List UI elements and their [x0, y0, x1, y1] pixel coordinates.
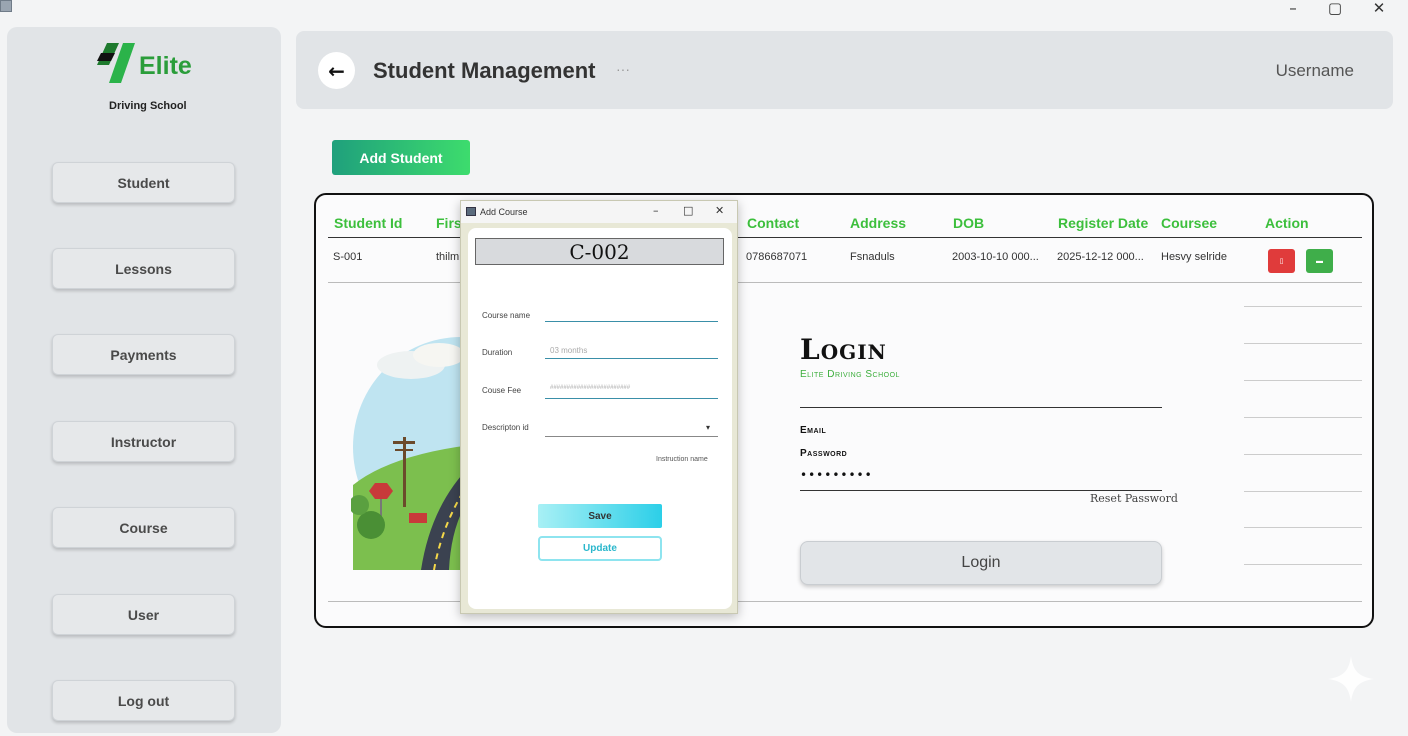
back-arrow-icon: ←	[328, 58, 345, 83]
sidebar: Elite Driving School Student Lessons Pay…	[7, 27, 281, 733]
page-title: Student Management	[373, 58, 596, 83]
chevron-down-icon[interactable]: ▾	[706, 423, 710, 432]
add-course-dialog: Add Course – □ ✕ C-002 Course name Durat…	[460, 200, 738, 614]
sparkle-icon	[1328, 656, 1374, 702]
sidebar-item-instructor[interactable]: Instructor	[52, 421, 235, 462]
save-button[interactable]: Save	[538, 504, 662, 528]
dialog-body: C-002 Course name Duration 03 months Cou…	[468, 228, 732, 609]
empty-row-line	[1244, 343, 1362, 344]
empty-row-line	[1244, 380, 1362, 381]
column-header-register-date[interactable]: Register Date	[1058, 215, 1148, 231]
back-button[interactable]: ←	[318, 52, 355, 89]
logo-subtitle: Driving School	[109, 100, 187, 112]
instructor-name-label: Instruction name	[656, 456, 708, 463]
dialog-title: Add Course	[480, 207, 528, 217]
cell-first-name: thilmi	[436, 251, 462, 263]
edit-button[interactable]: ▬	[1306, 249, 1333, 273]
course-code-field[interactable]: C-002	[475, 238, 724, 265]
more-icon[interactable]: ···	[616, 61, 630, 77]
column-header-address[interactable]: Address	[850, 215, 906, 231]
column-header-contact[interactable]: Contact	[747, 215, 799, 231]
course-fee-input[interactable]	[545, 398, 718, 399]
dialog-maximize-button[interactable]: □	[683, 204, 693, 217]
logo-name: Elite	[139, 52, 192, 80]
description-id-label: Descripton id	[482, 423, 529, 432]
window-maximize-button[interactable]: ▢	[1320, 0, 1350, 17]
column-header-action[interactable]: Action	[1265, 215, 1309, 231]
empty-row-line	[1244, 306, 1362, 307]
empty-row-line	[1244, 564, 1362, 565]
add-student-button[interactable]: Add Student	[332, 140, 470, 175]
course-fee-placeholder: ########################	[550, 385, 631, 391]
empty-row-line	[1244, 527, 1362, 528]
email-label: Email	[800, 425, 827, 436]
window-close-button[interactable]: ✕	[1364, 0, 1394, 17]
course-fee-label: Couse Fee	[482, 386, 522, 395]
cell-address: Fsnaduls	[850, 251, 895, 263]
cell-contact: 0786687071	[746, 251, 808, 263]
sidebar-item-course[interactable]: Course	[52, 507, 235, 548]
reset-password-link[interactable]: Reset Password	[1090, 492, 1178, 505]
delete-button[interactable]: ▯	[1268, 249, 1295, 273]
dialog-title-bar[interactable]: Add Course – □ ✕	[461, 201, 737, 223]
cell-dob: 2003-10-10 000...	[952, 251, 1039, 263]
cell-student-id: S-001	[333, 251, 363, 263]
column-header-student-id[interactable]: Student Id	[334, 215, 402, 231]
duration-placeholder: 03 months	[550, 346, 588, 355]
road-illustration	[351, 337, 471, 570]
sidebar-item-user[interactable]: User	[52, 594, 235, 635]
description-id-select[interactable]	[545, 436, 718, 437]
update-button[interactable]: Update	[538, 536, 662, 561]
course-name-input[interactable]	[545, 321, 718, 322]
dialog-minimize-button[interactable]: –	[653, 204, 659, 217]
column-header-course[interactable]: Coursee	[1161, 215, 1217, 231]
column-header-dob[interactable]: DOB	[953, 215, 984, 231]
app-window-icon	[0, 0, 12, 12]
duration-input[interactable]	[545, 358, 718, 359]
cell-register-date: 2025-12-12 000...	[1057, 251, 1144, 263]
edit-icon: ▬	[1316, 257, 1323, 265]
empty-row-line	[1244, 491, 1362, 492]
sidebar-item-lessons[interactable]: Lessons	[52, 248, 235, 289]
password-field[interactable]: •••••••••	[800, 468, 873, 482]
login-subtitle: Elite Driving School	[800, 369, 900, 380]
login-title: Login	[800, 333, 887, 366]
sidebar-item-student[interactable]: Student	[52, 162, 235, 203]
empty-row-line	[1244, 417, 1362, 418]
dialog-app-icon	[466, 207, 476, 216]
sidebar-item-logout[interactable]: Log out	[52, 680, 235, 721]
delete-icon: ▯	[1279, 258, 1284, 265]
password-underline	[800, 490, 1162, 491]
sidebar-item-payments[interactable]: Payments	[52, 334, 235, 375]
username-label[interactable]: Username	[1276, 61, 1354, 81]
logo-mark-icon	[97, 43, 135, 83]
dialog-close-button[interactable]: ✕	[715, 204, 724, 217]
cell-course: Hesvy selride	[1161, 251, 1228, 263]
login-button[interactable]: Login	[800, 541, 1162, 585]
duration-label: Duration	[482, 348, 513, 357]
empty-row-line	[1244, 454, 1362, 455]
password-label: Password	[800, 448, 848, 459]
window-minimize-button[interactable]: –	[1278, 0, 1308, 17]
course-name-label: Course name	[482, 311, 531, 320]
login-divider	[800, 407, 1162, 408]
logo: Elite Driving School	[95, 43, 205, 112]
page-header: ← Student Management ··· Username	[296, 31, 1393, 109]
